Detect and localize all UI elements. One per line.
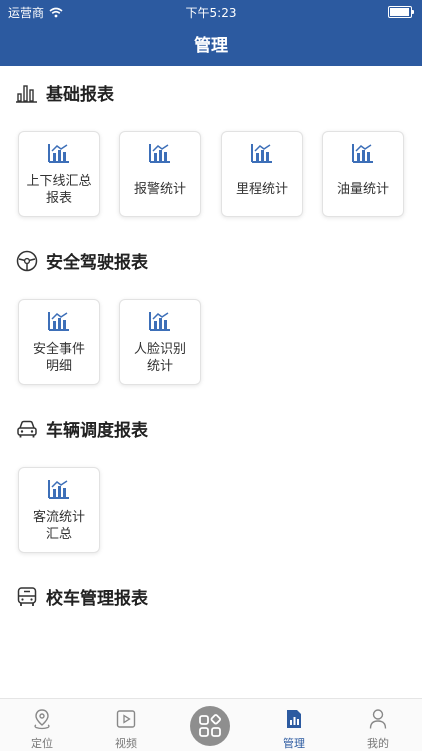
tab-mine[interactable]: 我的: [336, 699, 420, 751]
user-icon: [369, 709, 387, 729]
tab-label: 管理: [283, 737, 305, 750]
status-bar: 运营商 下午5:23: [0, 0, 422, 22]
page-title: 管理: [194, 36, 228, 56]
report-card-label: 安全事件 明细: [32, 342, 85, 374]
report-chart-icon: [251, 144, 272, 163]
report-card-online-offline[interactable]: 上下线汇总 报表: [18, 131, 100, 217]
report-chart-icon: [48, 480, 69, 499]
report-card-fuel-stats[interactable]: 油量统计: [322, 131, 404, 217]
center-apps-button[interactable]: [190, 706, 230, 746]
section-basic-reports: 基础报表: [16, 80, 114, 105]
report-card-label: 客流统计 汇总: [32, 510, 85, 542]
tab-label: 视频: [115, 737, 137, 750]
report-chart-icon: [352, 144, 373, 163]
report-card-label: 报警统计: [133, 182, 186, 197]
app-header: 运营商 下午5:23 管理: [0, 0, 422, 66]
car-icon: [17, 420, 37, 437]
video-icon: [116, 710, 136, 728]
battery-icon: [388, 6, 414, 18]
report-chart-icon: [149, 312, 170, 331]
report-card-label: 上下线汇总 报表: [26, 174, 92, 206]
section-title-text: 基础报表: [46, 85, 114, 105]
report-chart-icon: [48, 312, 69, 331]
section-title-text: 安全驾驶报表: [46, 253, 148, 273]
section-school-bus-reports: 校车管理报表: [16, 584, 148, 609]
bar-chart-icon: [16, 84, 37, 103]
location-icon: [34, 709, 50, 730]
report-chart-icon: [48, 144, 69, 163]
report-icon: [287, 710, 301, 728]
report-card-label: 油量统计: [336, 182, 389, 197]
report-card-label: 人脸识别 统计: [133, 342, 186, 374]
section-title-text: 车辆调度报表: [46, 421, 148, 441]
apps-grid-icon: [199, 714, 222, 737]
report-card-alarm-stats[interactable]: 报警统计: [119, 131, 201, 217]
section-vehicle-dispatch-reports: 车辆调度报表: [16, 416, 148, 441]
tab-label: 我的: [367, 737, 389, 750]
tab-video[interactable]: 视频: [84, 699, 168, 751]
report-card-label: 里程统计: [235, 182, 288, 197]
report-card-safety-events[interactable]: 安全事件 明细: [18, 299, 100, 385]
section-safe-driving-reports: 安全驾驶报表: [16, 248, 148, 273]
report-chart-icon: [149, 144, 170, 163]
steering-wheel-icon: [16, 250, 38, 271]
tab-manage[interactable]: 管理: [252, 699, 336, 751]
status-time: 下午5:23: [185, 6, 237, 20]
tab-location[interactable]: 定位: [0, 699, 84, 751]
report-card-passenger-flow[interactable]: 客流统计 汇总: [18, 467, 100, 553]
tab-label: 定位: [31, 737, 53, 750]
section-title-text: 校车管理报表: [46, 589, 148, 609]
report-card-mileage-stats[interactable]: 里程统计: [221, 131, 303, 217]
report-card-face-recognition[interactable]: 人脸识别 统计: [119, 299, 201, 385]
bus-icon: [17, 586, 37, 606]
